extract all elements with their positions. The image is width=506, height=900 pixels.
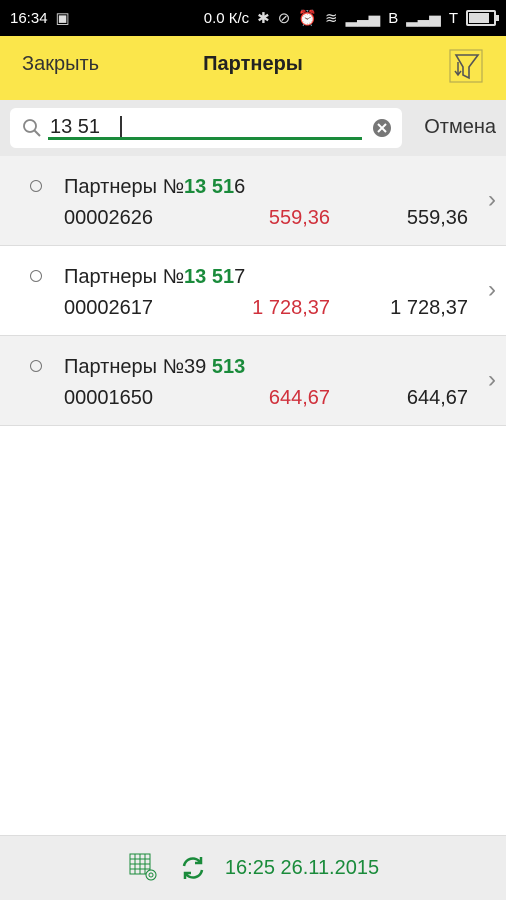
clear-icon[interactable] [372, 118, 392, 138]
table-settings-icon[interactable] [127, 851, 161, 885]
notification-icon: ▣ [55, 10, 70, 27]
search-icon [23, 119, 41, 137]
total-amount: 644,67 [406, 387, 468, 409]
partner-name: Партнеры №39 513 [64, 356, 246, 378]
chevron-right-icon: › [488, 186, 496, 213]
radio-button[interactable] [30, 180, 42, 192]
search-underline [48, 137, 362, 140]
last-sync-time: 16:25 26.11.2015 [224, 856, 380, 879]
chevron-right-icon: › [488, 366, 496, 393]
partner-code: 00002626 [64, 207, 153, 229]
status-time: 16:34 [10, 9, 48, 27]
status-right: 0.0 К/с ✱ ⊘ ⏰ ≋ ▂▃▅ B ▂▃▅ T [203, 9, 499, 27]
footer-bar: 16:25 26.11.2015 [0, 835, 506, 900]
sync-icon[interactable] [179, 854, 207, 882]
search-value: 13 51 [50, 116, 101, 138]
total-amount: 559,36 [406, 207, 468, 229]
status-bar: 16:34 ▣ 0.0 К/с ✱ ⊘ ⏰ ≋ ▂▃▅ B ▂▃▅ T [0, 0, 506, 36]
partner-name: Партнеры №13 516 [64, 176, 246, 198]
search-input[interactable]: 13 51 [10, 108, 402, 148]
signal2-icon: ▂▃▅ [406, 10, 441, 27]
partner-list: Партнеры №13 516 00002626 559,36 559,36 … [0, 156, 506, 426]
battery-icon [466, 10, 499, 26]
total-amount: 1 728,37 [390, 297, 468, 319]
sim2-label: T [448, 9, 458, 27]
bluetooth-icon: ✱ [257, 10, 270, 27]
chevron-right-icon: › [488, 276, 496, 303]
page-title: Партнеры [203, 53, 303, 75]
search-bar: 13 51 Отмена [0, 100, 506, 156]
partner-code: 00002617 [64, 297, 153, 319]
signal-icon: ▂▃▅ [345, 10, 381, 27]
partner-code: 00001650 [64, 387, 153, 409]
list-item[interactable]: Партнеры №39 513 00001650 644,67 644,67 … [0, 336, 506, 426]
filter-icon[interactable] [448, 48, 484, 84]
radio-button[interactable] [30, 270, 42, 282]
debt-amount: 644,67 [268, 387, 330, 409]
radio-button[interactable] [30, 360, 42, 372]
mute-icon: ⊘ [277, 10, 291, 27]
alarm-icon: ⏰ [298, 10, 318, 27]
partner-name: Партнеры №13 517 [64, 266, 246, 288]
sim1-label: B [388, 9, 399, 27]
cancel-button[interactable]: Отмена [424, 116, 496, 139]
list-item[interactable]: Партнеры №13 517 00002617 1 728,37 1 728… [0, 246, 506, 336]
status-left: 16:34 ▣ [10, 9, 70, 28]
network-speed: 0.0 К/с [203, 9, 250, 27]
debt-amount: 559,36 [268, 207, 330, 229]
app-header: Закрыть Партнеры [0, 36, 506, 100]
list-item[interactable]: Партнеры №13 516 00002626 559,36 559,36 … [0, 156, 506, 246]
wifi-icon: ≋ [325, 10, 338, 27]
debt-amount: 1 728,37 [252, 297, 330, 319]
